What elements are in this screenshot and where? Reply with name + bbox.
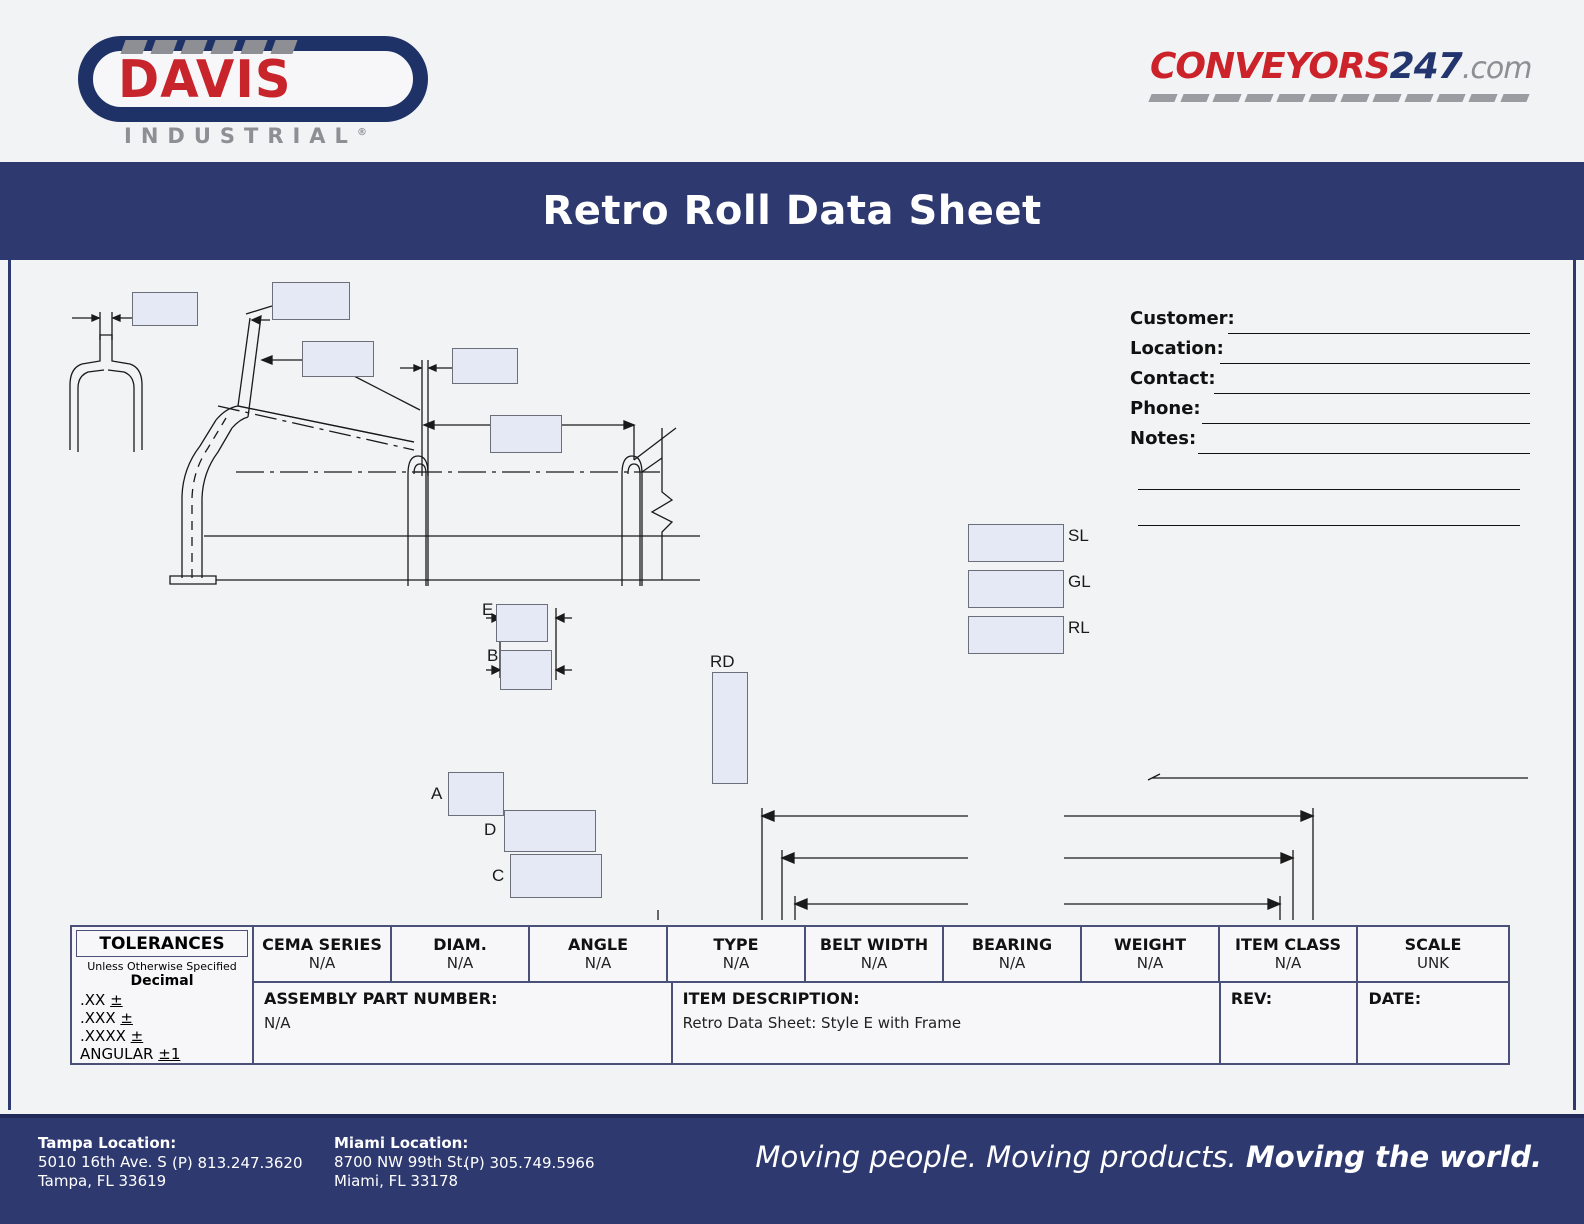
rev-header: REV: [1230, 989, 1273, 1008]
miami-location-title: Miami Location: [334, 1134, 469, 1152]
belt-width-value[interactable]: N/A [861, 954, 888, 972]
callout-box-center-roll[interactable] [490, 415, 562, 453]
247-text: 247 [1389, 46, 1463, 87]
tampa-phone[interactable]: (P) 813.247.3620 [172, 1154, 303, 1172]
item-description-value[interactable]: Retro Data Sheet: Style E with Frame [683, 1014, 1209, 1032]
callout-box-dim-e[interactable] [496, 604, 548, 642]
type-value[interactable]: N/A [723, 954, 750, 972]
page-title: Retro Roll Data Sheet [542, 188, 1042, 234]
callout-box-gl[interactable] [968, 570, 1064, 608]
callout-box-rd[interactable] [712, 672, 748, 784]
type-header: TYPE [713, 935, 759, 954]
rev-cell: REV: [1221, 981, 1359, 1063]
tolerance-row-xxxx: .XXXX ± [80, 1027, 144, 1045]
diam-value[interactable]: N/A [447, 954, 474, 972]
page-header: DAVIS INDUSTRIAL® CONVEYORS247.com [0, 0, 1584, 158]
belt-width-header: BELT WIDTH [819, 935, 929, 954]
miami-phone[interactable]: (P) 305.749.5966 [464, 1154, 595, 1172]
scale-value[interactable]: UNK [1417, 954, 1449, 972]
callout-box-wing-angle[interactable] [272, 282, 350, 320]
miami-address-line1: 8700 NW 99th St. [334, 1153, 468, 1171]
spec-col-angle: ANGLE N/A [530, 927, 668, 981]
dim-label-sl: SL [1068, 526, 1089, 545]
item-class-header: ITEM CLASS [1235, 935, 1341, 954]
davis-industrial-logo: DAVIS INDUSTRIAL® [38, 18, 438, 148]
callout-box-rl[interactable] [968, 616, 1064, 654]
date-cell: DATE: [1358, 981, 1508, 1063]
dim-label-rl: RL [1068, 618, 1090, 637]
tolerance-row-xxx: .XXX ± [80, 1009, 133, 1027]
weight-value[interactable]: N/A [1137, 954, 1164, 972]
angle-value[interactable]: N/A [585, 954, 612, 972]
cema-series-value[interactable]: N/A [309, 954, 336, 972]
cema-series-header: CEMA SERIES [262, 935, 382, 954]
callout-box-wing-length[interactable] [302, 341, 374, 377]
spec-col-belt-width: BELT WIDTH N/A [806, 927, 944, 981]
specification-table: TOLERANCES Unless Otherwise Specified De… [70, 925, 1510, 1065]
angle-header: ANGLE [567, 935, 629, 954]
tolerance-row-xx: .XX ± [80, 991, 123, 1009]
company-tagline: Moving people. Moving products. Moving t… [755, 1140, 1542, 1174]
item-description-cell: ITEM DESCRIPTION: Retro Data Sheet: Styl… [673, 981, 1221, 1063]
title-bar: Retro Roll Data Sheet [0, 162, 1584, 260]
dim-label-a: A [431, 784, 443, 803]
callout-box-sl[interactable] [968, 524, 1064, 562]
conveyors247-wordmark: CONVEYORS247.com [1150, 46, 1533, 87]
tampa-address-line1: 5010 16th Ave. S [38, 1153, 167, 1171]
davis-wordmark: DAVIS [118, 50, 292, 110]
callout-box-dim-c[interactable] [510, 854, 602, 898]
dim-label-b: B [487, 646, 499, 665]
dim-label-e: E [482, 600, 494, 619]
dim-label-rd: RD [710, 652, 735, 671]
conveyors-speed-dashes-icon [1148, 94, 1542, 106]
spec-col-bearing: BEARING N/A [944, 927, 1082, 981]
callout-box-frame-gauge[interactable] [132, 292, 198, 326]
spec-col-cema-series: CEMA SERIES N/A [254, 927, 392, 981]
weight-header: WEIGHT [1114, 935, 1186, 954]
item-description-header: ITEM DESCRIPTION: [682, 989, 860, 1008]
diam-header: DIAM. [433, 935, 487, 954]
technical-drawing-area: E B A D C SL GL RL RD [0, 260, 1584, 920]
drawing-vectors [69, 305, 1528, 920]
bearing-value[interactable]: N/A [999, 954, 1026, 972]
tolerance-row-angular: ANGULAR ±1 [80, 1045, 181, 1063]
spec-col-weight: WEIGHT N/A [1082, 927, 1220, 981]
conveyors-text: CONVEYORS [1150, 46, 1391, 87]
date-header: DATE: [1368, 989, 1422, 1008]
tampa-location-title: Tampa Location: [38, 1134, 177, 1152]
spec-col-type: TYPE N/A [668, 927, 806, 981]
conveyors247-logo[interactable]: CONVEYORS247.com [1148, 46, 1542, 122]
spec-header-row: CEMA SERIES N/A DIAM. N/A ANGLE N/A TYPE… [72, 927, 1508, 981]
item-class-value[interactable]: N/A [1275, 954, 1302, 972]
callout-box-dim-a[interactable] [448, 772, 504, 816]
spec-col-diam: DIAM. N/A [392, 927, 530, 981]
scale-header: SCALE [1404, 935, 1462, 954]
bearing-header: BEARING [971, 935, 1053, 954]
dim-label-c: C [492, 866, 505, 885]
dim-label-gl: GL [1068, 572, 1091, 591]
spec-col-scale: SCALE UNK [1358, 927, 1508, 981]
assembly-part-number-cell: ASSEMBLY PART NUMBER: N/A [254, 981, 673, 1063]
spec-col-item-class: ITEM CLASS N/A [1220, 927, 1358, 981]
callout-box-dim-b[interactable] [500, 650, 552, 690]
callout-box-roll-gauge[interactable] [452, 348, 518, 384]
tampa-location-block: Tampa Location: 5010 16th Ave. S Tampa, … [38, 1134, 176, 1191]
davis-industrial-subtext: INDUSTRIAL® [124, 124, 367, 148]
spec-detail-row: ASSEMBLY PART NUMBER: N/A ITEM DESCRIPTI… [254, 981, 1508, 1063]
dim-label-d: D [484, 820, 497, 839]
tampa-address-line2: Tampa, FL 33619 [38, 1172, 167, 1190]
tolerances-values: .XX ± .XXX ± .XXXX ± ANGULAR ±1 [80, 991, 252, 1063]
dotcom-text: .com [1461, 51, 1533, 86]
assembly-part-number-header: ASSEMBLY PART NUMBER: [264, 989, 498, 1008]
callout-box-dim-d[interactable] [504, 810, 596, 852]
tagline-bold-part: Moving the world. [1245, 1140, 1542, 1174]
tagline-light-part: Moving people. Moving products. [755, 1140, 1246, 1174]
miami-location-block: Miami Location: 8700 NW 99th St. Miami, … [334, 1134, 468, 1191]
assembly-part-number-value[interactable]: N/A [264, 1014, 661, 1032]
miami-address-line2: Miami, FL 33178 [334, 1172, 459, 1190]
